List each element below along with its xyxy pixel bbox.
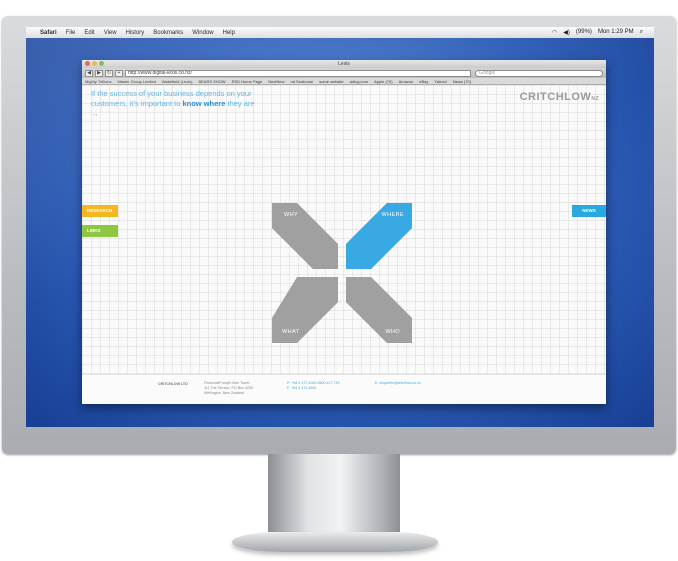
tab-links[interactable]: LINKS: [82, 225, 118, 237]
spotlight-icon[interactable]: ⌕: [640, 29, 643, 36]
nav-why[interactable]: WHY: [272, 203, 338, 269]
why-label: WHY: [284, 212, 299, 218]
close-icon[interactable]: [85, 61, 90, 66]
footer-phones: P: +64 4 472 4040 0800 427 749 F: +64 4 …: [287, 381, 339, 391]
monitor-stand: [268, 454, 400, 532]
zoom-icon[interactable]: [99, 61, 104, 66]
bookmark-item[interactable]: adlog.com: [350, 79, 368, 84]
know-where-link[interactable]: know where: [182, 99, 225, 108]
bookmark-item[interactable]: nd Seahorse: [291, 79, 314, 84]
footer-email[interactable]: E: enquiries@critchlow.co.nz: [375, 381, 421, 386]
bookmark-item[interactable]: Yahoo!: [434, 79, 446, 84]
volume-icon[interactable]: ◀): [563, 29, 570, 36]
page-footer: CRITCHLOW LTD Financial/Forsyth Barr Tow…: [82, 374, 606, 404]
tab-research[interactable]: RESEARCH: [82, 205, 118, 217]
battery-status[interactable]: (99%): [576, 29, 592, 36]
bookmark-item[interactable]: News (70): [453, 79, 471, 84]
nav-where[interactable]: WHERE: [346, 203, 412, 269]
menu-help[interactable]: Help: [223, 30, 235, 36]
monitor-photo: Safari File Edit View History Bookmarks …: [0, 0, 678, 561]
menu-edit[interactable]: Edit: [84, 30, 94, 36]
x-navigation: WHY WHERE WHAT WHO: [272, 203, 412, 343]
forward-icon[interactable]: ▶: [95, 69, 103, 77]
window-title: Lexis: [338, 61, 350, 67]
webpage-content: If the success of your business depends …: [82, 85, 606, 404]
menu-window[interactable]: Window: [192, 30, 213, 36]
critchlow-logo[interactable]: CRITCHLOWNZ: [520, 91, 599, 103]
wifi-icon[interactable]: ◠: [552, 29, 557, 36]
bookmark-item[interactable]: Amazon: [399, 79, 414, 84]
reload-icon[interactable]: ↻: [105, 69, 113, 77]
bookmark-item[interactable]: Apple (70): [374, 79, 392, 84]
tab-news[interactable]: NEWS: [572, 205, 606, 217]
bookmark-item[interactable]: eBay: [419, 79, 428, 84]
bookmark-item[interactable]: some website: [319, 79, 343, 84]
menu-app-name[interactable]: Safari: [40, 30, 57, 36]
address-bar[interactable]: http://www.digital-lexis.co.nz/: [125, 69, 471, 77]
bookmark-item[interactable]: BEARS SHOW: [198, 79, 225, 84]
footer-company: CRITCHLOW LTD: [158, 382, 188, 386]
desktop-screen: Safari File Edit View History Bookmarks …: [26, 27, 654, 427]
footer-address-line: Wellington, New Zealand: [204, 391, 244, 395]
bookmark-item[interactable]: NextNew: [268, 79, 284, 84]
bookmark-item[interactable]: Wakefield (Lexis): [162, 79, 193, 84]
logo-text: CRITCHLOW: [519, 91, 592, 103]
nav-who[interactable]: WHO: [346, 277, 412, 343]
menu-clock[interactable]: Mon 1:29 PM: [598, 29, 634, 36]
minimize-icon[interactable]: [92, 61, 97, 66]
bookmark-item[interactable]: RSD Home Page: [232, 79, 263, 84]
nav-what[interactable]: WHAT: [272, 277, 338, 343]
where-label: WHERE: [381, 212, 404, 218]
tagline: If the success of your business depends …: [91, 89, 261, 119]
footer-fax: F: +64 4 472 4040: [287, 386, 317, 390]
bookmarks-bar: Mighty Trillions Master Group Limited Wa…: [82, 78, 606, 85]
menu-file[interactable]: File: [66, 30, 76, 36]
bookmark-item[interactable]: Master Group Limited: [117, 79, 155, 84]
browser-toolbar: ◀ ▶ ↻ + http://www.digital-lexis.co.nz/ …: [82, 68, 606, 78]
bookmark-item[interactable]: Mighty Trillions: [85, 79, 111, 84]
what-label: WHAT: [282, 329, 300, 335]
menu-history[interactable]: History: [126, 30, 145, 36]
monitor-foot: [232, 532, 438, 552]
window-titlebar: Lexis: [82, 60, 606, 68]
menu-status-area: ◠ ◀) (99%) Mon 1:29 PM ⌕: [552, 29, 649, 36]
logo-suffix: NZ: [591, 96, 599, 102]
add-bookmark-icon[interactable]: +: [115, 69, 123, 77]
who-label: WHO: [385, 329, 400, 335]
menu-view[interactable]: View: [104, 30, 117, 36]
google-search-input[interactable]: Google: [475, 69, 603, 77]
back-icon[interactable]: ◀: [85, 69, 93, 77]
menu-bookmarks[interactable]: Bookmarks: [153, 30, 183, 36]
footer-address: Financial/Forsyth Barr Tower 111 The Ter…: [204, 381, 253, 396]
window-controls: [85, 61, 106, 66]
mac-menu-bar: Safari File Edit View History Bookmarks …: [26, 27, 654, 38]
safari-window: Lexis ◀ ▶ ↻ + http://www.digital-lexis.c…: [82, 60, 606, 404]
